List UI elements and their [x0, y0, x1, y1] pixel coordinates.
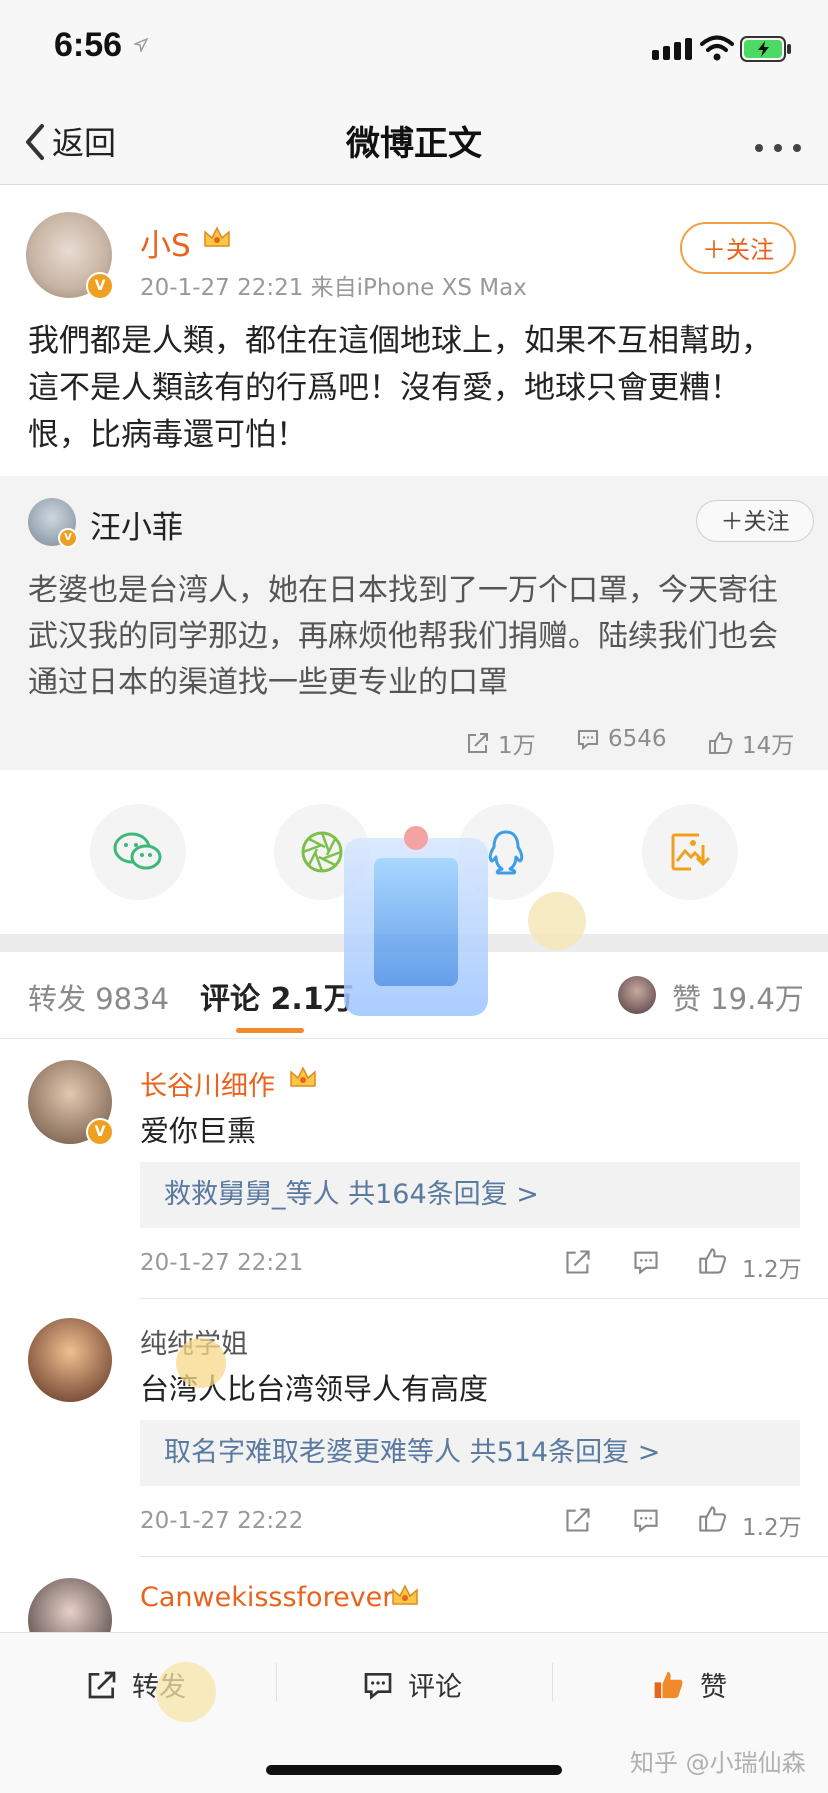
comment-icon	[364, 1672, 392, 1700]
back-button[interactable]: 返回	[52, 118, 116, 164]
comment-replies-link[interactable]: 取名字难取老婆更难等人 共514条回复 >	[140, 1420, 800, 1486]
battery-icon	[740, 36, 792, 62]
more-options-icon[interactable]	[754, 138, 802, 152]
thumbs-up-icon[interactable]	[698, 1246, 726, 1274]
location-arrow-icon	[132, 37, 149, 54]
bar-divider	[276, 1663, 277, 1701]
post-text: 我們都是人類，都住在這個地球上，如果不互相幫助，這不是人類該有的行爲吧！沒有愛，…	[28, 323, 772, 453]
wechat-icon	[113, 832, 162, 870]
tab-likes[interactable]: 赞 19.4万	[672, 976, 804, 1018]
cellular-signal-icon	[652, 36, 702, 64]
share-icon[interactable]	[564, 1248, 592, 1276]
repost-follow-button[interactable]: ＋关注	[696, 500, 814, 542]
promo-card-image	[374, 858, 458, 986]
repost-share-count[interactable]: 1万	[466, 726, 536, 760]
active-tab-indicator	[236, 1028, 304, 1033]
comment-time: 20-1-27 22:22	[140, 1508, 304, 1534]
page-title: 微博正文	[346, 124, 482, 164]
post-meta: 20-1-27 22:21 来自iPhone XS Max	[140, 275, 527, 301]
share-count-label: 1万	[498, 733, 536, 759]
comment-text: 爱你巨熏	[140, 1114, 257, 1148]
repost-like-count[interactable]: 14万	[708, 726, 794, 760]
thumbs-up-icon[interactable]	[698, 1504, 726, 1532]
floating-emoji-icon	[176, 1338, 226, 1388]
commenter-name[interactable]: Canwekisssforever	[140, 1582, 393, 1613]
moments-aperture-icon	[301, 831, 343, 873]
repost-text: 老婆也是台湾人，她在日本找到了一万个口罩，今天寄往武汉我的同学那边，再麻烦他帮我…	[28, 573, 778, 700]
reply-icon[interactable]	[632, 1248, 660, 1276]
floating-emoji-icon	[528, 892, 586, 950]
reposted-content[interactable]: V 汪小菲 ＋关注 老婆也是台湾人，她在日本找到了一万个口罩，今天寄往武汉我的同…	[0, 476, 828, 770]
comment-like-count: 1.2万	[742, 1257, 802, 1283]
vip-crown-icon	[390, 1582, 420, 1610]
floating-promo-card[interactable]	[344, 838, 488, 1016]
share-wechat-button[interactable]	[90, 804, 186, 900]
share-icon	[88, 1671, 116, 1698]
share-icon[interactable]	[564, 1506, 592, 1534]
tab-comments[interactable]: 评论 2.1万	[200, 974, 354, 1018]
verified-badge-icon: V	[86, 272, 114, 300]
reply-icon[interactable]	[632, 1506, 660, 1534]
vip-crown-icon	[202, 224, 232, 252]
tab-reposts[interactable]: 转发 9834	[28, 976, 169, 1018]
verified-badge-icon: V	[86, 1118, 114, 1146]
status-time: 6:56	[54, 26, 123, 64]
back-chevron-icon[interactable]	[22, 122, 48, 162]
wifi-icon	[700, 34, 734, 62]
repost-author-name[interactable]: 汪小菲	[90, 502, 183, 547]
repost-comment-count[interactable]: 6546	[576, 726, 667, 752]
like-count-label: 14万	[742, 733, 795, 759]
comment-button-label: 评论	[408, 1672, 462, 1703]
navigation-bar: 微博正文 返回	[0, 100, 828, 185]
comment-count-label: 6546	[608, 726, 667, 752]
promo-badge-icon	[404, 826, 428, 850]
comment-divider	[140, 1556, 828, 1557]
bottom-action-bar: 转发 评论 赞 知乎 @小瑞仙森	[0, 1632, 828, 1793]
vip-crown-icon	[288, 1064, 318, 1092]
comment-like-count: 1.2万	[742, 1515, 802, 1541]
thumbs-up-icon	[709, 732, 733, 754]
status-bar: 6:56	[0, 0, 828, 100]
watermark: 知乎 @小瑞仙森	[630, 1749, 806, 1777]
comment-replies-link[interactable]: 救救舅舅_等人 共164条回复 >	[140, 1162, 800, 1228]
tabs-divider	[0, 1038, 828, 1039]
comment-divider	[140, 1298, 828, 1299]
comment-time: 20-1-27 22:21	[140, 1250, 304, 1276]
verified-badge-icon: V	[58, 528, 78, 548]
like-button-label: 赞	[700, 1672, 727, 1703]
liker-avatar	[618, 976, 656, 1014]
home-indicator[interactable]	[266, 1765, 562, 1775]
commenter-name[interactable]: 长谷川细作	[140, 1064, 275, 1103]
like-button[interactable]: 赞	[652, 1665, 727, 1704]
floating-emoji-icon	[156, 1662, 216, 1722]
follow-button[interactable]: ＋关注	[680, 222, 796, 274]
comment-button[interactable]: 评论	[362, 1665, 462, 1704]
author-name[interactable]: 小S	[140, 220, 191, 265]
qq-penguin-icon	[488, 830, 524, 875]
thumbs-up-filled-icon	[654, 1671, 683, 1698]
share-icon	[468, 733, 488, 753]
save-image-icon	[671, 833, 711, 871]
save-image-button[interactable]	[642, 804, 738, 900]
commenter-avatar[interactable]	[28, 1318, 112, 1402]
bar-divider	[552, 1663, 553, 1701]
comment-icon	[578, 730, 598, 751]
